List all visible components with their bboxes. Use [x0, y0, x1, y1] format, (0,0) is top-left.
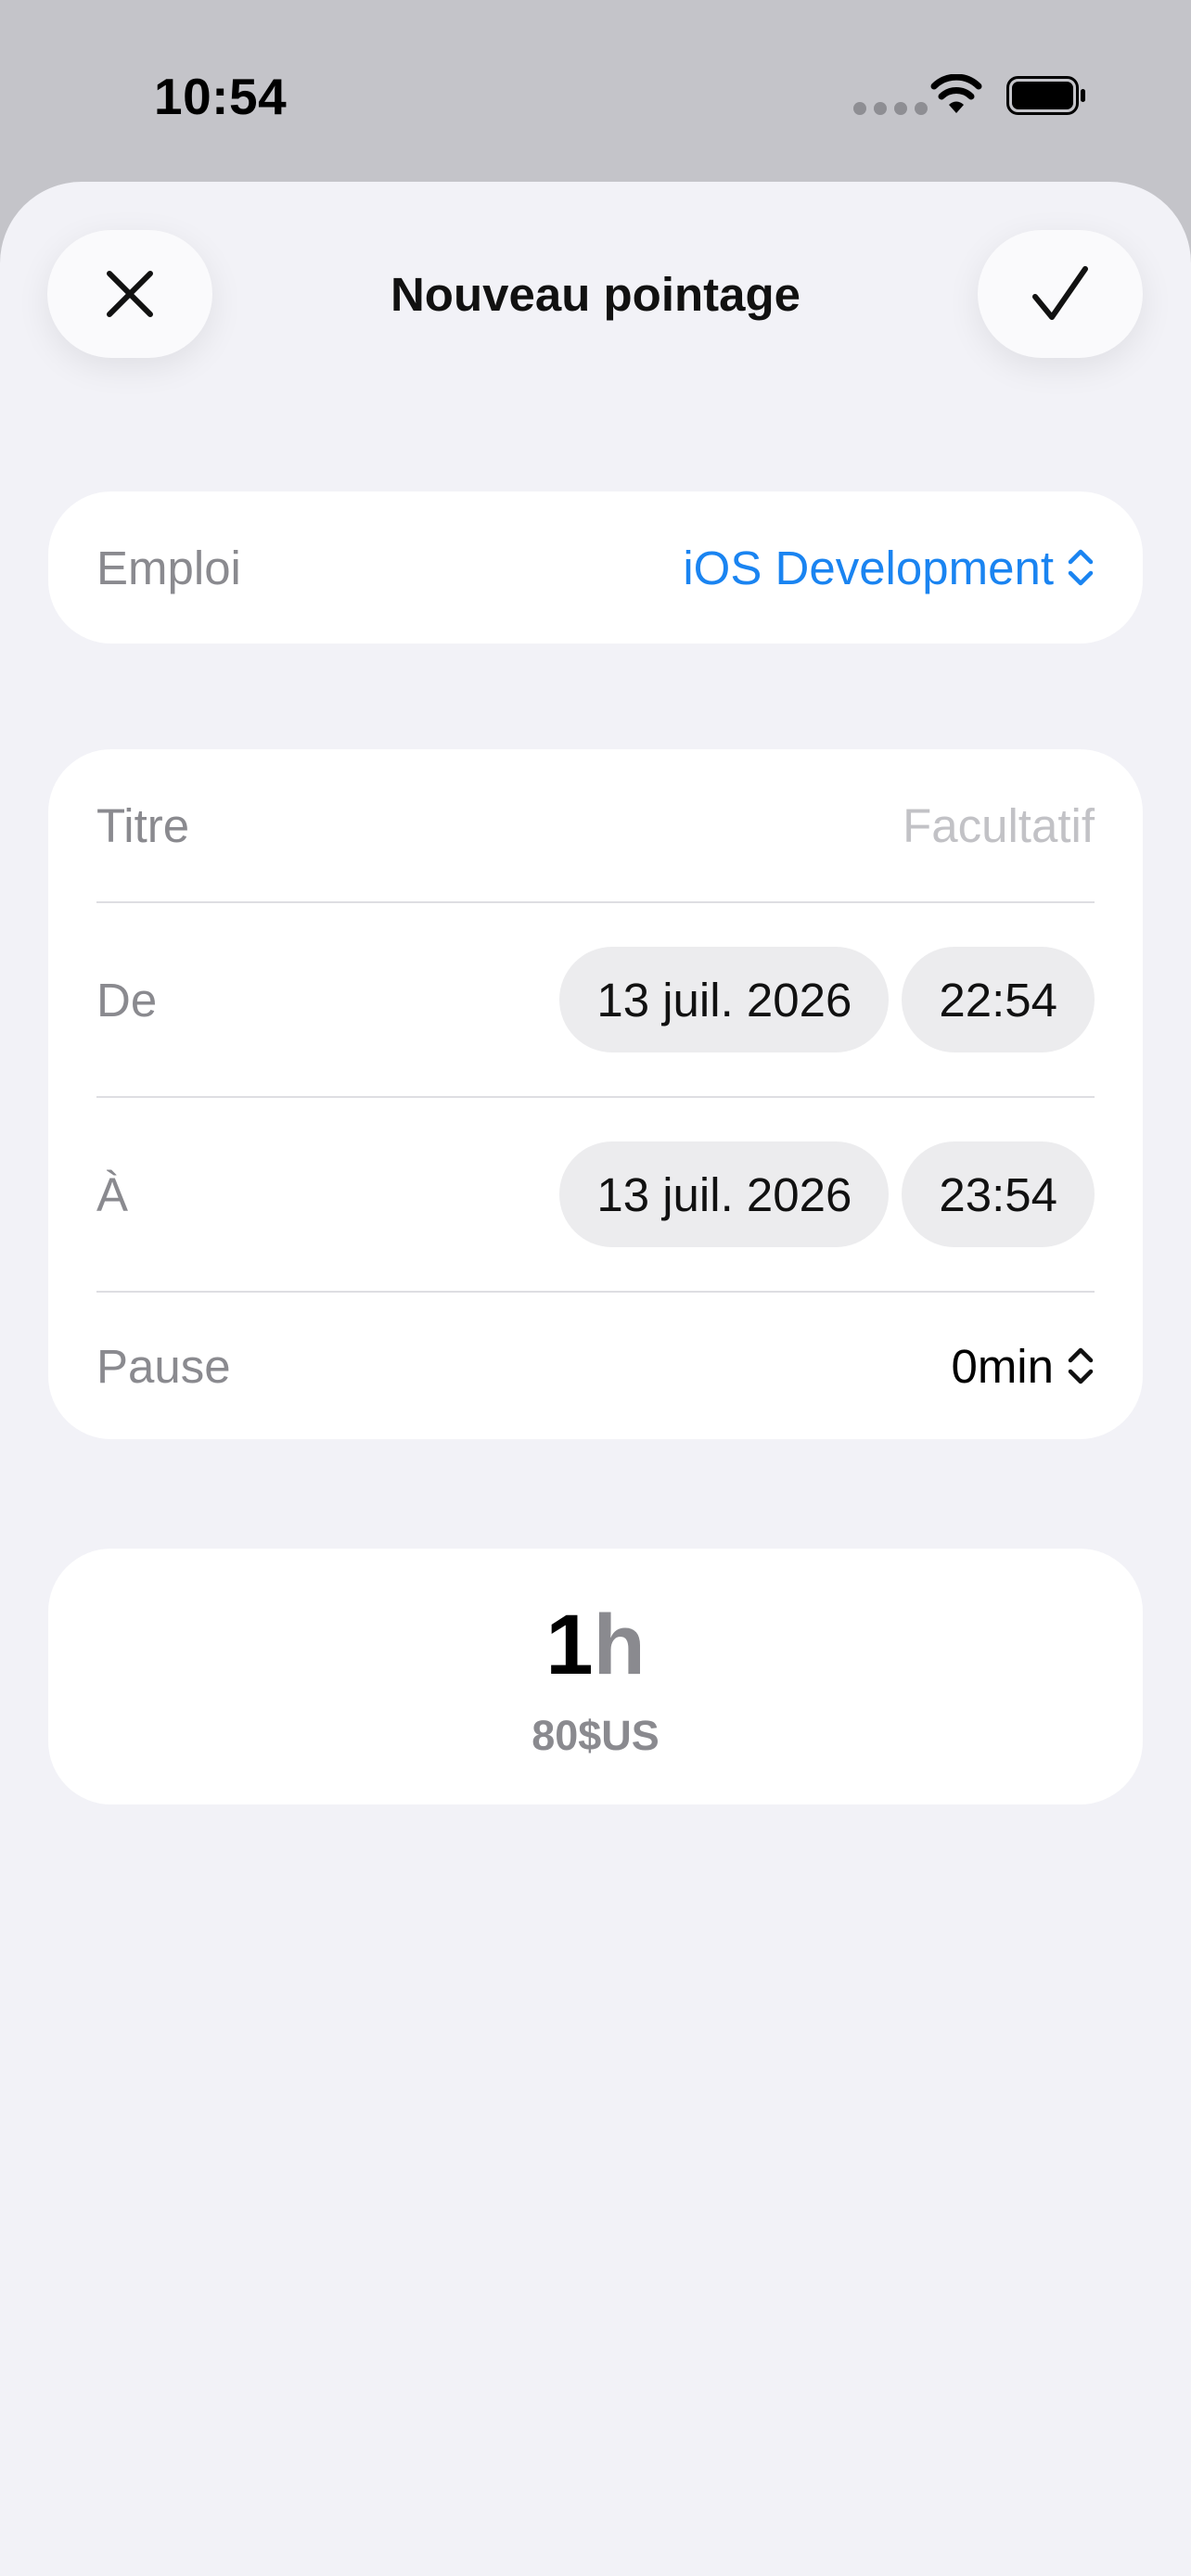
from-date-button[interactable]: 13 juil. 2026 — [559, 947, 890, 1052]
pause-label: Pause — [96, 1339, 231, 1393]
wifi-icon — [930, 74, 982, 113]
battery-icon — [1006, 76, 1085, 115]
title-input[interactable]: Facultatif — [903, 798, 1095, 853]
pause-row[interactable]: Pause 0min — [96, 1293, 1095, 1439]
status-bar: 10:54 — [0, 0, 1191, 182]
from-time-button[interactable]: 22:54 — [902, 947, 1095, 1052]
to-label: À — [96, 1167, 129, 1221]
title-row: Titre Facultatif — [96, 749, 1095, 901]
earnings-amount: 80$US — [531, 1712, 660, 1759]
pause-value: 0min — [951, 1339, 1054, 1393]
chevron-updown-icon — [1068, 1347, 1094, 1384]
chevron-updown-icon — [1068, 549, 1094, 586]
from-row: De 13 juil. 2026 22:54 — [96, 903, 1095, 1096]
pause-picker[interactable]: 0min — [951, 1339, 1095, 1394]
job-picker[interactable]: iOS Development — [683, 541, 1095, 595]
to-date-button[interactable]: 13 juil. 2026 — [559, 1141, 890, 1247]
duration-display: 1h — [48, 1597, 1143, 1694]
duration-hours: 1 — [545, 1598, 594, 1692]
job-card: Emploi iOS Development — [48, 491, 1143, 644]
from-label: De — [96, 973, 158, 1027]
new-entry-sheet: Nouveau pointage Emploi iOS Development … — [0, 182, 1191, 2576]
job-value: iOS Development — [683, 541, 1054, 594]
entry-form-card: Titre Facultatif De 13 juil. 2026 22:54 … — [48, 749, 1143, 1439]
job-label: Emploi — [96, 541, 241, 594]
to-row: À 13 juil. 2026 23:54 — [96, 1098, 1095, 1291]
checkmark-icon — [1032, 266, 1088, 320]
title-label: Titre — [96, 798, 190, 852]
confirm-button[interactable] — [978, 230, 1143, 358]
summary-card: 1h 80$US — [48, 1549, 1143, 1804]
to-time-button[interactable]: 23:54 — [902, 1141, 1095, 1247]
signal-icon — [853, 102, 928, 115]
duration-unit: h — [593, 1598, 646, 1692]
job-row[interactable]: Emploi iOS Development — [96, 491, 1095, 644]
status-time: 10:54 — [154, 68, 288, 125]
